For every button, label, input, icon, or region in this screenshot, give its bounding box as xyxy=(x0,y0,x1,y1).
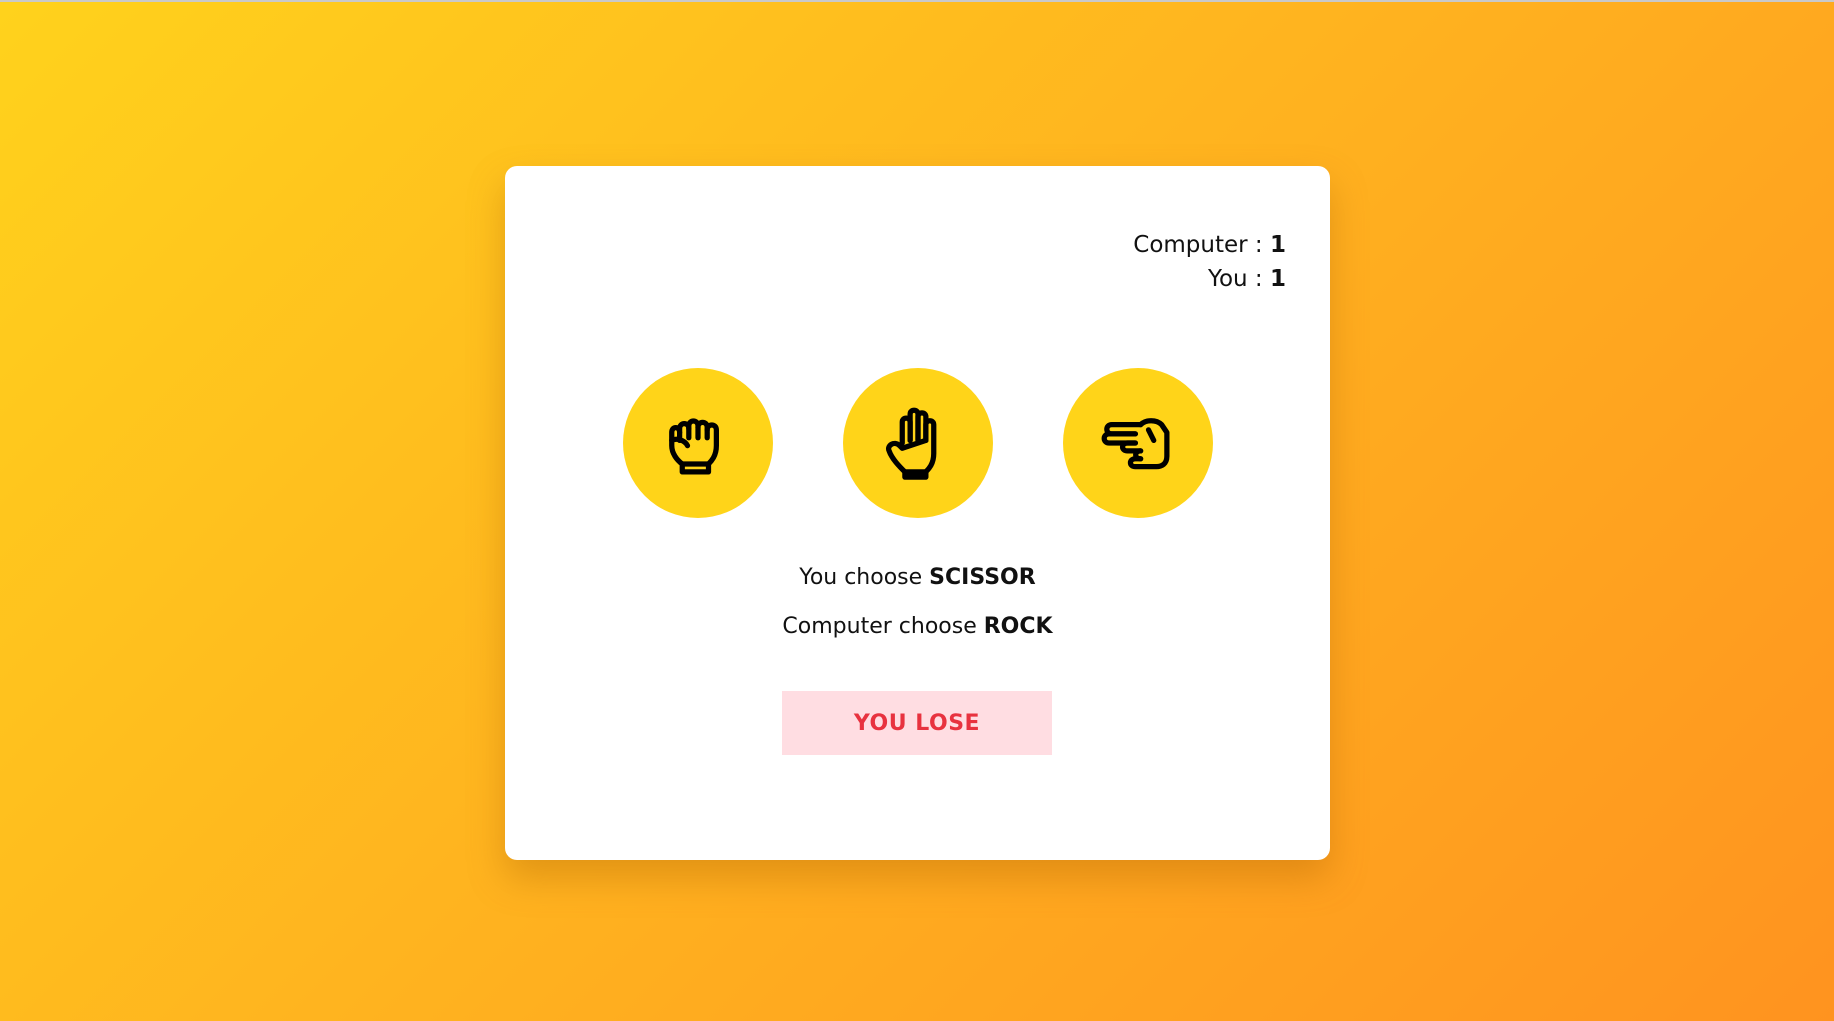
user-score: You : 1 xyxy=(1133,262,1286,296)
computer-score-label: Computer : xyxy=(1133,232,1270,258)
paper-hand-icon xyxy=(885,407,936,480)
computer-choice-prefix: Computer choose xyxy=(782,614,984,639)
user-choice-text: You choose SCISSOR xyxy=(505,565,1330,590)
choice-buttons xyxy=(505,368,1330,518)
outcome-badge: YOU LOSE xyxy=(782,691,1052,755)
computer-score-value: 1 xyxy=(1269,232,1286,258)
rock-button[interactable] xyxy=(622,368,773,518)
scissor-button[interactable] xyxy=(1062,368,1213,518)
computer-choice-text: Computer choose ROCK xyxy=(505,614,1330,639)
computer-score: Computer : 1 xyxy=(1133,228,1286,262)
scoreboard: Computer : 1 You : 1 xyxy=(1133,228,1286,296)
user-score-value: 1 xyxy=(1269,266,1286,292)
game-card: Computer : 1 You : 1 You choose SCISSOR … xyxy=(505,166,1330,860)
rock-hand-icon xyxy=(668,418,719,475)
user-score-label: You : xyxy=(1207,266,1270,292)
scissor-hand-icon xyxy=(1101,418,1169,470)
paper-button[interactable] xyxy=(842,368,993,518)
window-top-border xyxy=(0,0,1834,2)
user-choice-value: SCISSOR xyxy=(929,565,1036,590)
user-choice-prefix: You choose xyxy=(799,565,930,590)
computer-choice-value: ROCK xyxy=(983,614,1053,639)
